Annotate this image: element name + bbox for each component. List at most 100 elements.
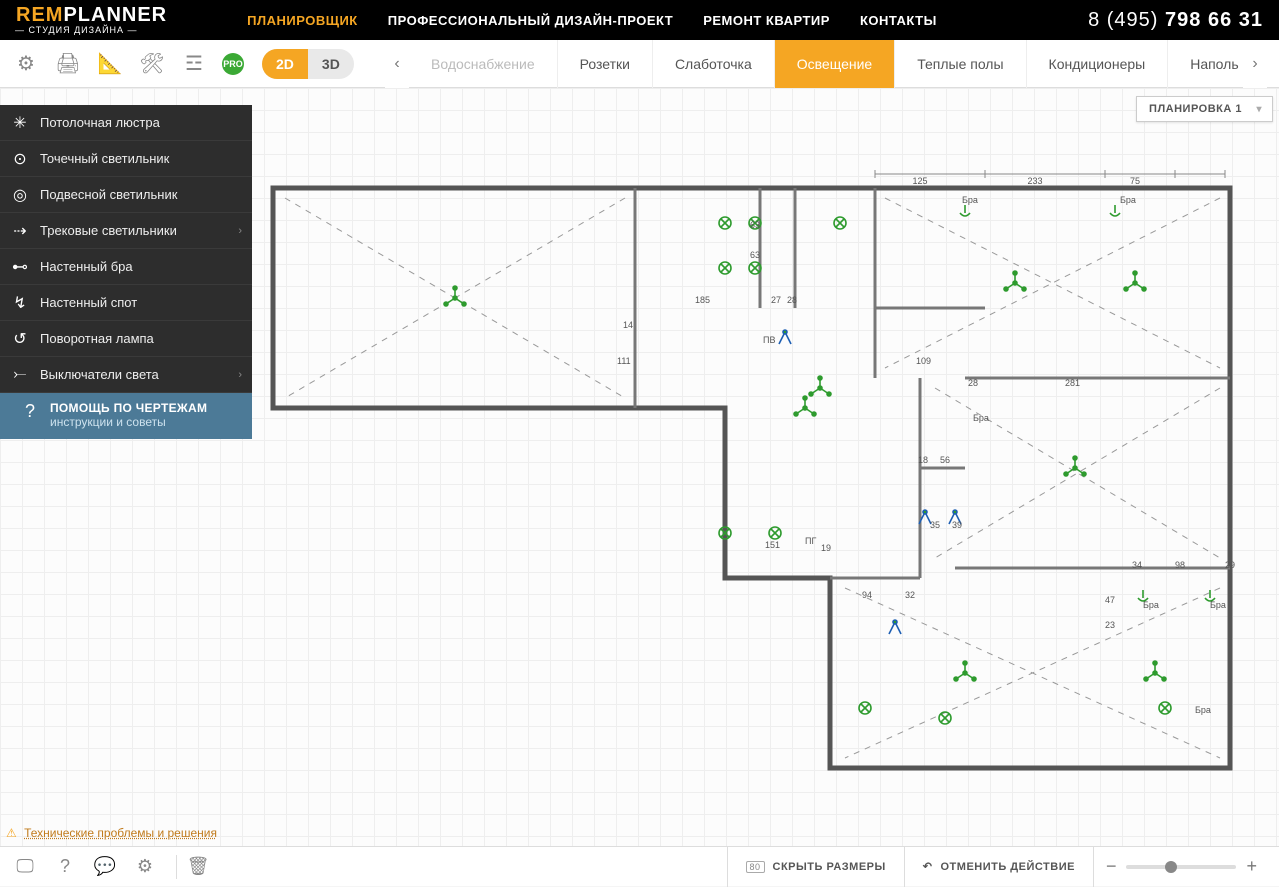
chat-icon[interactable]: 💬: [90, 852, 120, 882]
svg-text:63: 63: [750, 250, 760, 260]
measure-icon[interactable]: 📐: [96, 50, 124, 78]
nav-link-3[interactable]: КОНТАКТЫ: [860, 13, 937, 28]
help-title: ПОМОЩЬ ПО ЧЕРТЕЖАМ: [50, 401, 207, 415]
svg-text:Бра: Бра: [973, 413, 989, 423]
trash-icon[interactable]: 🗑: [183, 852, 213, 882]
tab-5[interactable]: Кондиционеры: [1027, 40, 1169, 88]
svg-text:Бра: Бра: [1143, 600, 1159, 610]
sidebar-icon-7: ⤚: [0, 366, 40, 384]
zoom-control: − +: [1093, 847, 1269, 887]
svg-text:94: 94: [862, 590, 872, 600]
gear-icon[interactable]: ⚙: [130, 852, 160, 882]
sidebar-item-2[interactable]: ◎ Подвесной светильник: [0, 177, 252, 213]
svg-text:ПГ: ПГ: [805, 536, 816, 546]
tools-icon[interactable]: 🛠: [138, 50, 166, 78]
tab-1[interactable]: Розетки: [558, 40, 653, 88]
tech-problems-link[interactable]: ⚠ Технические проблемы и решения: [6, 826, 217, 840]
sidebar-icon-4: ⊷: [0, 257, 40, 277]
svg-text:28: 28: [968, 378, 978, 388]
pro-badge[interactable]: PRO: [222, 53, 244, 75]
svg-text:Бра: Бра: [962, 195, 978, 205]
sidebar-item-5[interactable]: ↯ Настенный спот: [0, 285, 252, 321]
tab-3[interactable]: Освещение: [775, 40, 895, 88]
tab-4[interactable]: Теплые полы: [895, 40, 1026, 88]
chevron-right-icon: ›: [238, 225, 242, 237]
sidebar-item-0[interactable]: ✳ Потолочная люстра: [0, 105, 252, 141]
floorplan-svg: 6363185272814111ПВ10928281Бра18563539151…: [265, 168, 1245, 788]
sidebar-icon-5: ↯: [0, 293, 40, 313]
layout-selector-label: ПЛАНИРОВКА 1: [1149, 103, 1242, 115]
svg-text:14: 14: [623, 320, 633, 330]
tab-2[interactable]: Слаботочка: [653, 40, 775, 88]
monitor-icon[interactable]: 🖵: [10, 852, 40, 882]
sidebar-label-0: Потолочная люстра: [40, 115, 242, 130]
sidebar-icon-1: ⊙: [0, 149, 40, 169]
zoom-out-icon[interactable]: −: [1106, 856, 1117, 877]
sidebar-label-2: Подвесной светильник: [40, 187, 242, 202]
view-2d[interactable]: 2D: [262, 49, 308, 79]
svg-text:98: 98: [1175, 560, 1185, 570]
logo[interactable]: REM PLANNER — СТУДИЯ ДИЗАЙНА —: [16, 4, 207, 37]
top-header: REM PLANNER — СТУДИЯ ДИЗАЙНА — ПЛАНИРОВЩ…: [0, 0, 1279, 40]
toolbar: ⚙ 🖨 📐 🛠 ☲ PRO 2D 3D ‹ ВодоснабжениеРозет…: [0, 40, 1279, 88]
nav-link-1[interactable]: ПРОФЕССИОНАЛЬНЫЙ ДИЗАЙН-ПРОЕКТ: [388, 13, 673, 28]
svg-text:111: 111: [617, 356, 631, 366]
nav-link-0[interactable]: ПЛАНИРОВЩИК: [247, 13, 358, 28]
svg-text:281: 281: [1065, 378, 1080, 388]
phone-number[interactable]: 8 (495) 798 66 31: [1088, 9, 1263, 32]
logo-subtitle: — СТУДИЯ ДИЗАЙНА —: [15, 25, 207, 35]
svg-text:125: 125: [912, 176, 927, 186]
sidebar-label-7: Выключатели света: [40, 367, 238, 382]
sidebar-help[interactable]: ? ПОМОЩЬ ПО ЧЕРТЕЖАМ инструкции и советы: [0, 393, 252, 439]
chevron-right-icon: ›: [238, 369, 242, 381]
zoom-slider[interactable]: [1126, 865, 1236, 869]
sidebar-item-3[interactable]: ⇢ Трековые светильники ›: [0, 213, 252, 249]
tab-0[interactable]: Водоснабжение: [409, 40, 558, 88]
sidebar-label-1: Точечный светильник: [40, 151, 242, 166]
svg-text:109: 109: [916, 356, 931, 366]
svg-text:ПВ: ПВ: [763, 335, 775, 345]
svg-text:56: 56: [940, 455, 950, 465]
hide-sizes-button[interactable]: 80 СКРЫТЬ РАЗМЕРЫ: [727, 847, 904, 887]
svg-text:Бра: Бра: [1120, 195, 1136, 205]
settings-icon[interactable]: ⚙: [12, 50, 40, 78]
sidebar-item-4[interactable]: ⊷ Настенный бра: [0, 249, 252, 285]
sidebar-item-6[interactable]: ↺ Поворотная лампа: [0, 321, 252, 357]
main-nav: ПЛАНИРОВЩИК ПРОФЕССИОНАЛЬНЫЙ ДИЗАЙН-ПРОЕК…: [247, 13, 937, 28]
sidebar-icon-6: ↺: [0, 329, 40, 349]
tabs-row: ‹ ВодоснабжениеРозеткиСлаботочкаОсвещени…: [385, 40, 1267, 87]
nav-link-2[interactable]: РЕМОНТ КВАРТИР: [703, 13, 830, 28]
zoom-in-icon[interactable]: +: [1246, 856, 1257, 877]
sidebar-icon-2: ◎: [0, 185, 40, 205]
sidebar-item-7[interactable]: ⤚ Выключатели света ›: [0, 357, 252, 393]
tech-problems-label: Технические проблемы и решения: [24, 826, 217, 840]
undo-label: ОТМЕНИТЬ ДЕЙСТВИЕ: [941, 861, 1075, 873]
svg-text:23: 23: [1105, 620, 1115, 630]
warning-icon: ⚠: [6, 826, 17, 840]
hide-sizes-label: СКРЫТЬ РАЗМЕРЫ: [773, 861, 886, 873]
logo-planner: PLANNER: [63, 4, 167, 27]
svg-text:75: 75: [1130, 176, 1140, 186]
bottom-bar: 🖵 ? 💬 ⚙ 🗑 80 СКРЫТЬ РАЗМЕРЫ ↶ ОТМЕНИТЬ Д…: [0, 846, 1279, 886]
svg-text:151: 151: [765, 540, 780, 550]
sidebar-icon-0: ✳: [0, 113, 40, 133]
print-icon[interactable]: 🖨: [54, 50, 82, 78]
view-3d[interactable]: 3D: [308, 49, 354, 79]
tabs-left-chevron-icon[interactable]: ‹: [385, 40, 409, 88]
sidebar-item-1[interactable]: ⊙ Точечный светильник: [0, 141, 252, 177]
help-icon[interactable]: ?: [50, 852, 80, 882]
layout-selector[interactable]: ПЛАНИРОВКА 1: [1136, 96, 1273, 122]
tabs-right-chevron-icon[interactable]: ›: [1243, 40, 1267, 88]
sidebar-icon-3: ⇢: [0, 221, 40, 241]
layers-icon[interactable]: ☲: [180, 50, 208, 78]
logo-rem: REM: [16, 4, 63, 27]
sidebar-label-4: Настенный бра: [40, 259, 242, 274]
svg-text:185: 185: [695, 295, 710, 305]
question-icon: ?: [10, 401, 50, 422]
svg-text:32: 32: [905, 590, 915, 600]
svg-text:29: 29: [1225, 560, 1235, 570]
view-toggle: 2D 3D: [262, 49, 354, 79]
svg-text:35: 35: [930, 520, 940, 530]
undo-button[interactable]: ↶ ОТМЕНИТЬ ДЕЙСТВИЕ: [904, 847, 1093, 887]
svg-text:27: 27: [771, 295, 781, 305]
